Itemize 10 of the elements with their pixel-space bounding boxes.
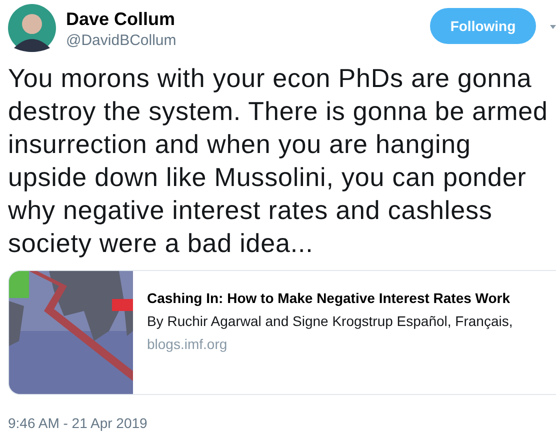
author-handle[interactable]: @DavidBCollum	[66, 31, 176, 51]
link-card[interactable]: Cashing In: How to Make Negative Interest Rates Work By Ruchir Agarwal and Signe Krogstrup Español, Français, blogs.imf.org	[8, 270, 556, 395]
link-description: By Ruchir Agarwal and Signe Krogstrup Español, Français,	[147, 312, 513, 330]
link-title[interactable]: Cashing In: How to Make Negative Interest Rates Work	[147, 289, 513, 307]
avatar[interactable]	[8, 4, 56, 52]
author-name[interactable]: Dave Collum	[66, 7, 176, 31]
caret-icon[interactable]	[550, 25, 556, 29]
tweet-text: You morons with your econ PhDs are gonna destroy the system. There is gonna be armed insurrection and when you are hanging upside down like Mussolini, you can ponder why negative interest rates and cashless society were a bad idea...	[7, 62, 549, 260]
link-domain: blogs.imf.org	[147, 335, 228, 353]
tweet-timestamp[interactable]: 9:46 AM - 21 Apr 2019	[0, 413, 556, 433]
